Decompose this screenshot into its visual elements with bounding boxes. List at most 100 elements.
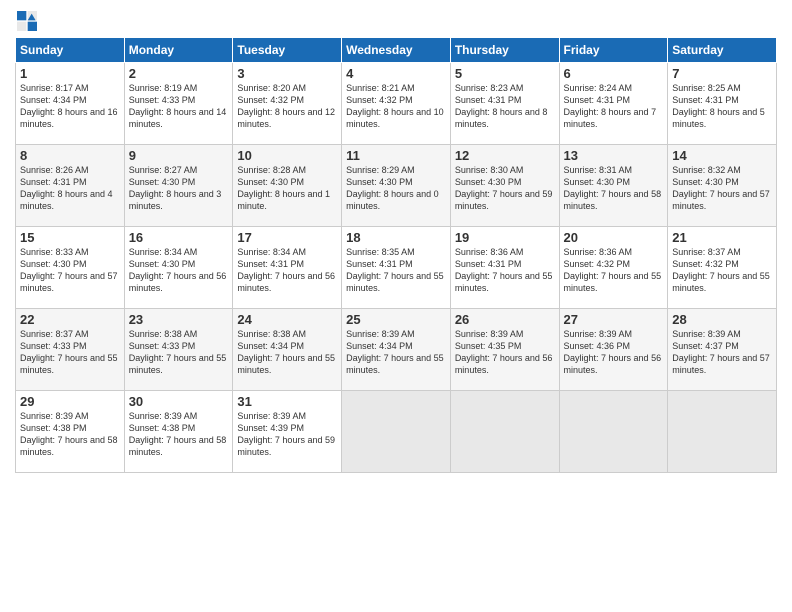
- calendar-cell: 13 Sunrise: 8:31 AMSunset: 4:30 PMDayligh…: [559, 145, 668, 227]
- logo: [15, 10, 41, 31]
- day-number: 5: [455, 66, 555, 81]
- calendar-cell: 2 Sunrise: 8:19 AMSunset: 4:33 PMDaylight…: [124, 63, 233, 145]
- page: SundayMondayTuesdayWednesdayThursdayFrid…: [0, 0, 792, 612]
- calendar-cell: 22 Sunrise: 8:37 AMSunset: 4:33 PMDayligh…: [16, 309, 125, 391]
- cell-info: Sunrise: 8:36 AMSunset: 4:32 PMDaylight:…: [564, 247, 662, 293]
- cell-info: Sunrise: 8:28 AMSunset: 4:30 PMDaylight:…: [237, 165, 330, 211]
- calendar-cell: 11 Sunrise: 8:29 AMSunset: 4:30 PMDayligh…: [342, 145, 451, 227]
- weekday-saturday: Saturday: [668, 38, 777, 63]
- day-number: 15: [20, 230, 120, 245]
- day-number: 6: [564, 66, 664, 81]
- calendar-cell: 26Sunrise: 8:39 AMSunset: 4:35 PMDayligh…: [450, 309, 559, 391]
- day-number: 18: [346, 230, 446, 245]
- calendar-cell: 1Sunrise: 8:17 AMSunset: 4:34 PMDaylight…: [16, 63, 125, 145]
- day-number: 23: [129, 312, 229, 327]
- day-number: 24: [237, 312, 337, 327]
- calendar-table: SundayMondayTuesdayWednesdayThursdayFrid…: [15, 37, 777, 473]
- calendar-cell: [342, 391, 451, 473]
- day-number: 26: [455, 312, 555, 327]
- calendar-cell: 14 Sunrise: 8:32 AMSunset: 4:30 PMDayligh…: [668, 145, 777, 227]
- cell-info: Sunrise: 8:33 AMSunset: 4:30 PMDaylight:…: [20, 247, 118, 293]
- calendar-cell: 18 Sunrise: 8:35 AMSunset: 4:31 PMDayligh…: [342, 227, 451, 309]
- day-number: 13: [564, 148, 664, 163]
- weekday-wednesday: Wednesday: [342, 38, 451, 63]
- day-number: 2: [129, 66, 229, 81]
- day-number: 4: [346, 66, 446, 81]
- cell-info: Sunrise: 8:39 AMSunset: 4:36 PMDaylight:…: [564, 329, 662, 375]
- cell-info: Sunrise: 8:26 AMSunset: 4:31 PMDaylight:…: [20, 165, 113, 211]
- calendar-cell: [668, 391, 777, 473]
- day-number: 22: [20, 312, 120, 327]
- calendar-cell: 9 Sunrise: 8:27 AMSunset: 4:30 PMDaylight…: [124, 145, 233, 227]
- calendar-cell: 24 Sunrise: 8:38 AMSunset: 4:34 PMDayligh…: [233, 309, 342, 391]
- cell-info: Sunrise: 8:39 AMSunset: 4:39 PMDaylight:…: [237, 411, 335, 457]
- cell-info: Sunrise: 8:32 AMSunset: 4:30 PMDaylight:…: [672, 165, 770, 211]
- weekday-friday: Friday: [559, 38, 668, 63]
- calendar-cell: 8Sunrise: 8:26 AMSunset: 4:31 PMDaylight…: [16, 145, 125, 227]
- weekday-tuesday: Tuesday: [233, 38, 342, 63]
- day-number: 11: [346, 148, 446, 163]
- cell-info: Sunrise: 8:36 AMSunset: 4:31 PMDaylight:…: [455, 247, 553, 293]
- calendar-cell: 6 Sunrise: 8:24 AMSunset: 4:31 PMDaylight…: [559, 63, 668, 145]
- weekday-monday: Monday: [124, 38, 233, 63]
- cell-info: Sunrise: 8:20 AMSunset: 4:32 PMDaylight:…: [237, 83, 335, 129]
- day-number: 7: [672, 66, 772, 81]
- cell-info: Sunrise: 8:17 AMSunset: 4:34 PMDaylight:…: [20, 83, 118, 129]
- day-number: 9: [129, 148, 229, 163]
- cell-info: Sunrise: 8:39 AMSunset: 4:37 PMDaylight:…: [672, 329, 770, 375]
- cell-info: Sunrise: 8:34 AMSunset: 4:31 PMDaylight:…: [237, 247, 335, 293]
- calendar-cell: 30 Sunrise: 8:39 AMSunset: 4:38 PMDayligh…: [124, 391, 233, 473]
- week-row-1: 1Sunrise: 8:17 AMSunset: 4:34 PMDaylight…: [16, 63, 777, 145]
- cell-info: Sunrise: 8:39 AMSunset: 4:38 PMDaylight:…: [20, 411, 118, 457]
- day-number: 14: [672, 148, 772, 163]
- cell-info: Sunrise: 8:38 AMSunset: 4:33 PMDaylight:…: [129, 329, 227, 375]
- week-row-4: 22 Sunrise: 8:37 AMSunset: 4:33 PMDayligh…: [16, 309, 777, 391]
- cell-info: Sunrise: 8:38 AMSunset: 4:34 PMDaylight:…: [237, 329, 335, 375]
- calendar-cell: 25Sunrise: 8:39 AMSunset: 4:34 PMDayligh…: [342, 309, 451, 391]
- calendar-cell: 19 Sunrise: 8:36 AMSunset: 4:31 PMDayligh…: [450, 227, 559, 309]
- day-number: 30: [129, 394, 229, 409]
- header: [15, 10, 777, 31]
- cell-info: Sunrise: 8:27 AMSunset: 4:30 PMDaylight:…: [129, 165, 222, 211]
- day-number: 19: [455, 230, 555, 245]
- day-number: 17: [237, 230, 337, 245]
- week-row-3: 15 Sunrise: 8:33 AMSunset: 4:30 PMDayligh…: [16, 227, 777, 309]
- week-row-5: 29 Sunrise: 8:39 AMSunset: 4:38 PMDayligh…: [16, 391, 777, 473]
- calendar-cell: 10 Sunrise: 8:28 AMSunset: 4:30 PMDayligh…: [233, 145, 342, 227]
- week-row-2: 8Sunrise: 8:26 AMSunset: 4:31 PMDaylight…: [16, 145, 777, 227]
- calendar-cell: 15 Sunrise: 8:33 AMSunset: 4:30 PMDayligh…: [16, 227, 125, 309]
- calendar-cell: 23 Sunrise: 8:38 AMSunset: 4:33 PMDayligh…: [124, 309, 233, 391]
- calendar-cell: 31 Sunrise: 8:39 AMSunset: 4:39 PMDayligh…: [233, 391, 342, 473]
- cell-info: Sunrise: 8:34 AMSunset: 4:30 PMDaylight:…: [129, 247, 227, 293]
- day-number: 12: [455, 148, 555, 163]
- cell-info: Sunrise: 8:39 AMSunset: 4:34 PMDaylight:…: [346, 329, 444, 375]
- cell-info: Sunrise: 8:19 AMSunset: 4:33 PMDaylight:…: [129, 83, 227, 129]
- cell-info: Sunrise: 8:24 AMSunset: 4:31 PMDaylight:…: [564, 83, 657, 129]
- cell-info: Sunrise: 8:29 AMSunset: 4:30 PMDaylight:…: [346, 165, 439, 211]
- calendar-cell: 16 Sunrise: 8:34 AMSunset: 4:30 PMDayligh…: [124, 227, 233, 309]
- cell-info: Sunrise: 8:23 AMSunset: 4:31 PMDaylight:…: [455, 83, 548, 129]
- day-number: 31: [237, 394, 337, 409]
- day-number: 16: [129, 230, 229, 245]
- calendar-cell: 28 Sunrise: 8:39 AMSunset: 4:37 PMDayligh…: [668, 309, 777, 391]
- cell-info: Sunrise: 8:37 AMSunset: 4:33 PMDaylight:…: [20, 329, 118, 375]
- cell-info: Sunrise: 8:35 AMSunset: 4:31 PMDaylight:…: [346, 247, 444, 293]
- weekday-sunday: Sunday: [16, 38, 125, 63]
- calendar-cell: 21 Sunrise: 8:37 AMSunset: 4:32 PMDayligh…: [668, 227, 777, 309]
- day-number: 27: [564, 312, 664, 327]
- cell-info: Sunrise: 8:31 AMSunset: 4:30 PMDaylight:…: [564, 165, 662, 211]
- cell-info: Sunrise: 8:39 AMSunset: 4:38 PMDaylight:…: [129, 411, 227, 457]
- logo-icon: [17, 11, 37, 31]
- cell-info: Sunrise: 8:30 AMSunset: 4:30 PMDaylight:…: [455, 165, 553, 211]
- calendar-cell: 20Sunrise: 8:36 AMSunset: 4:32 PMDayligh…: [559, 227, 668, 309]
- day-number: 10: [237, 148, 337, 163]
- weekday-header-row: SundayMondayTuesdayWednesdayThursdayFrid…: [16, 38, 777, 63]
- day-number: 28: [672, 312, 772, 327]
- cell-info: Sunrise: 8:37 AMSunset: 4:32 PMDaylight:…: [672, 247, 770, 293]
- calendar-cell: 3Sunrise: 8:20 AMSunset: 4:32 PMDaylight…: [233, 63, 342, 145]
- calendar-cell: 27 Sunrise: 8:39 AMSunset: 4:36 PMDayligh…: [559, 309, 668, 391]
- day-number: 29: [20, 394, 120, 409]
- day-number: 21: [672, 230, 772, 245]
- calendar-cell: 29 Sunrise: 8:39 AMSunset: 4:38 PMDayligh…: [16, 391, 125, 473]
- cell-info: Sunrise: 8:21 AMSunset: 4:32 PMDaylight:…: [346, 83, 444, 129]
